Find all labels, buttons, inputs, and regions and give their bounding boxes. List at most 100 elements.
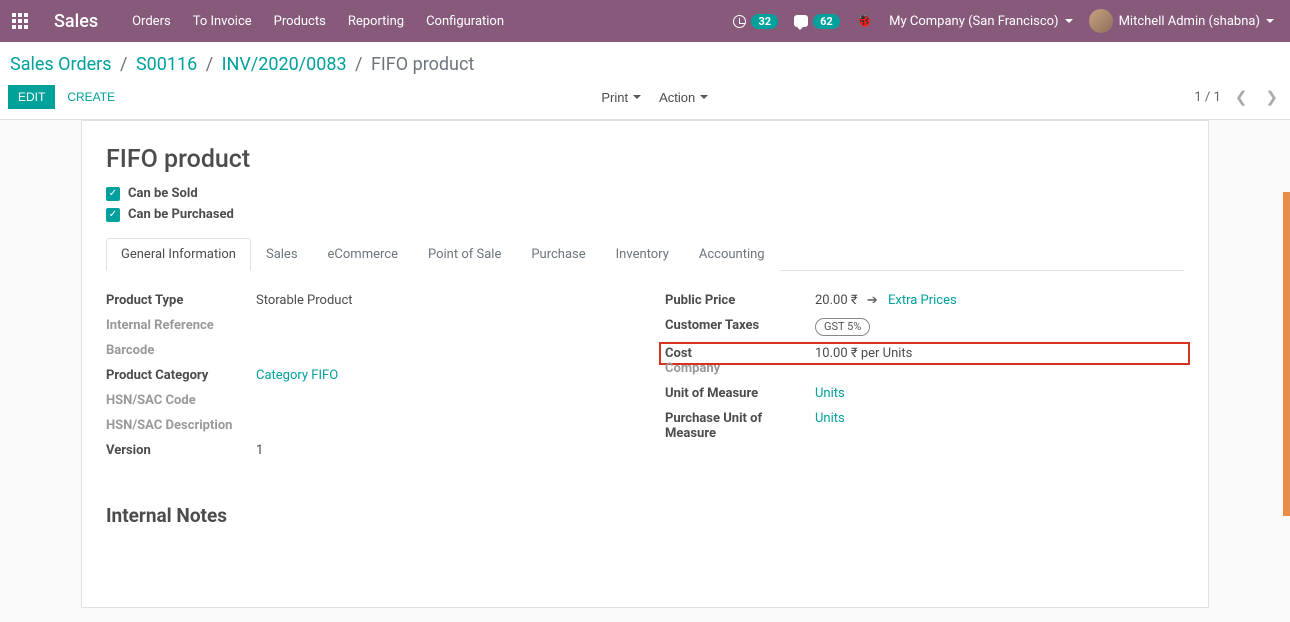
checkbox-checked-icon[interactable] (106, 187, 120, 201)
form-col-right: Public Price 20.00 ₹ ➔ Extra Prices Cust… (665, 293, 1184, 468)
avatar (1089, 9, 1113, 33)
app-brand[interactable]: Sales (54, 11, 98, 32)
edit-button[interactable]: EDIT (8, 85, 55, 109)
extra-prices-link[interactable]: Extra Prices (888, 293, 957, 308)
value-uom[interactable]: Units (815, 386, 1184, 401)
create-button[interactable]: CREATE (67, 90, 115, 104)
nav-reporting[interactable]: Reporting (348, 14, 404, 29)
tab-ecommerce[interactable]: eCommerce (313, 238, 413, 271)
speech-icon (794, 15, 808, 27)
scroll-indicator[interactable] (1283, 192, 1290, 516)
tab-general-information[interactable]: General Information (106, 238, 251, 271)
label-product-category: Product Category (106, 368, 256, 383)
debug-icon[interactable]: 🐞 (856, 13, 873, 29)
page-title: FIFO product (106, 145, 1184, 174)
nav-orders[interactable]: Orders (132, 14, 171, 29)
public-price-amount: 20.00 ₹ (815, 293, 858, 308)
action-dropdown[interactable]: Action (659, 90, 708, 105)
chevron-down-icon (1065, 19, 1073, 23)
topbar-right: 32 62 🐞 My Company (San Francisco) Mitch… (733, 9, 1274, 33)
field-purchase-uom: Purchase Unit of Measure Units (665, 411, 1184, 441)
field-version: Version 1 (106, 443, 625, 458)
nav-products[interactable]: Products (274, 14, 326, 29)
tabs: General Information Sales eCommerce Poin… (106, 238, 1184, 271)
control-row: EDIT CREATE Print Action 1 / 1 ❮ ❯ (8, 85, 1282, 119)
field-product-category: Product Category Category FIFO (106, 368, 625, 383)
tax-tag[interactable]: GST 5% (815, 318, 870, 336)
can-be-purchased-label: Can be Purchased (128, 207, 234, 222)
field-barcode: Barcode (106, 343, 625, 358)
field-customer-taxes: Customer Taxes GST 5% (665, 318, 1184, 336)
checkbox-checked-icon[interactable] (106, 208, 120, 222)
value-purchase-uom[interactable]: Units (815, 411, 1184, 426)
tab-purchase[interactable]: Purchase (516, 238, 600, 271)
label-public-price: Public Price (665, 293, 815, 308)
can-be-sold-row: Can be Sold (106, 186, 1184, 201)
chevron-down-icon (1266, 19, 1274, 23)
action-label: Action (659, 90, 695, 105)
internal-notes-title: Internal Notes (106, 504, 1184, 527)
activity-count: 32 (751, 14, 778, 29)
field-uom: Unit of Measure Units (665, 386, 1184, 401)
print-label: Print (601, 90, 628, 105)
can-be-purchased-row: Can be Purchased (106, 207, 1184, 222)
field-company: Company (665, 361, 1184, 376)
field-internal-reference: Internal Reference (106, 318, 625, 333)
breadcrumb-invoice[interactable]: INV/2020/0083 (222, 54, 347, 75)
topbar: Sales Orders To Invoice Products Reporti… (0, 0, 1290, 42)
breadcrumb-sep: / (355, 54, 362, 75)
apps-icon[interactable] (12, 13, 28, 29)
label-customer-taxes: Customer Taxes (665, 318, 815, 333)
label-cost: Cost (665, 346, 815, 361)
breadcrumb-order[interactable]: S00116 (136, 54, 197, 75)
nav-to-invoice[interactable]: To Invoice (193, 14, 252, 29)
field-public-price: Public Price 20.00 ₹ ➔ Extra Prices (665, 293, 1184, 308)
value-version: 1 (256, 443, 625, 458)
label-barcode: Barcode (106, 343, 256, 358)
label-hsn-desc: HSN/SAC Description (106, 418, 256, 433)
breadcrumb-sales-orders[interactable]: Sales Orders (10, 54, 112, 75)
pager: 1 / 1 ❮ ❯ (1194, 88, 1282, 106)
sheet-wrapper: FIFO product Can be Sold Can be Purchase… (0, 120, 1290, 616)
field-product-type: Product Type Storable Product (106, 293, 625, 308)
clock-icon (733, 15, 746, 28)
tab-inventory[interactable]: Inventory (601, 238, 684, 271)
label-uom: Unit of Measure (665, 386, 815, 401)
control-area: Sales Orders / S00116 / INV/2020/0083 / … (0, 42, 1290, 120)
arrow-right-icon: ➔ (867, 293, 878, 308)
company-name: My Company (San Francisco) (889, 14, 1058, 29)
label-company: Company (665, 361, 815, 376)
label-version: Version (106, 443, 256, 458)
can-be-sold-label: Can be Sold (128, 186, 198, 201)
label-product-type: Product Type (106, 293, 256, 308)
nav-configuration[interactable]: Configuration (426, 14, 504, 29)
value-product-category[interactable]: Category FIFO (256, 368, 625, 383)
user-name: Mitchell Admin (shabna) (1119, 14, 1260, 29)
message-count: 62 (813, 14, 840, 29)
activity-indicator[interactable]: 32 (733, 14, 778, 29)
tab-sales[interactable]: Sales (251, 238, 313, 271)
form-col-left: Product Type Storable Product Internal R… (106, 293, 625, 468)
value-public-price: 20.00 ₹ ➔ Extra Prices (815, 293, 1184, 308)
messaging-indicator[interactable]: 62 (794, 14, 840, 29)
pager-next[interactable]: ❯ (1261, 88, 1282, 106)
form-grid: Product Type Storable Product Internal R… (106, 293, 1184, 468)
breadcrumb-sep: / (206, 54, 213, 75)
user-menu[interactable]: Mitchell Admin (shabna) (1089, 9, 1274, 33)
value-product-type: Storable Product (256, 293, 625, 308)
label-hsn-code: HSN/SAC Code (106, 393, 256, 408)
control-center: Print Action (601, 90, 708, 105)
tab-point-of-sale[interactable]: Point of Sale (413, 238, 516, 271)
print-dropdown[interactable]: Print (601, 90, 641, 105)
top-nav: Orders To Invoice Products Reporting Con… (132, 14, 504, 29)
label-internal-reference: Internal Reference (106, 318, 256, 333)
form-sheet: FIFO product Can be Sold Can be Purchase… (81, 120, 1209, 608)
breadcrumb-current: FIFO product (371, 54, 474, 75)
breadcrumb-sep: / (120, 54, 127, 75)
company-menu[interactable]: My Company (San Francisco) (889, 14, 1072, 29)
breadcrumb: Sales Orders / S00116 / INV/2020/0083 / … (8, 52, 1282, 85)
tab-accounting[interactable]: Accounting (684, 238, 780, 271)
chevron-down-icon (700, 95, 708, 99)
value-customer-taxes: GST 5% (815, 318, 1184, 336)
pager-prev[interactable]: ❮ (1231, 88, 1252, 106)
